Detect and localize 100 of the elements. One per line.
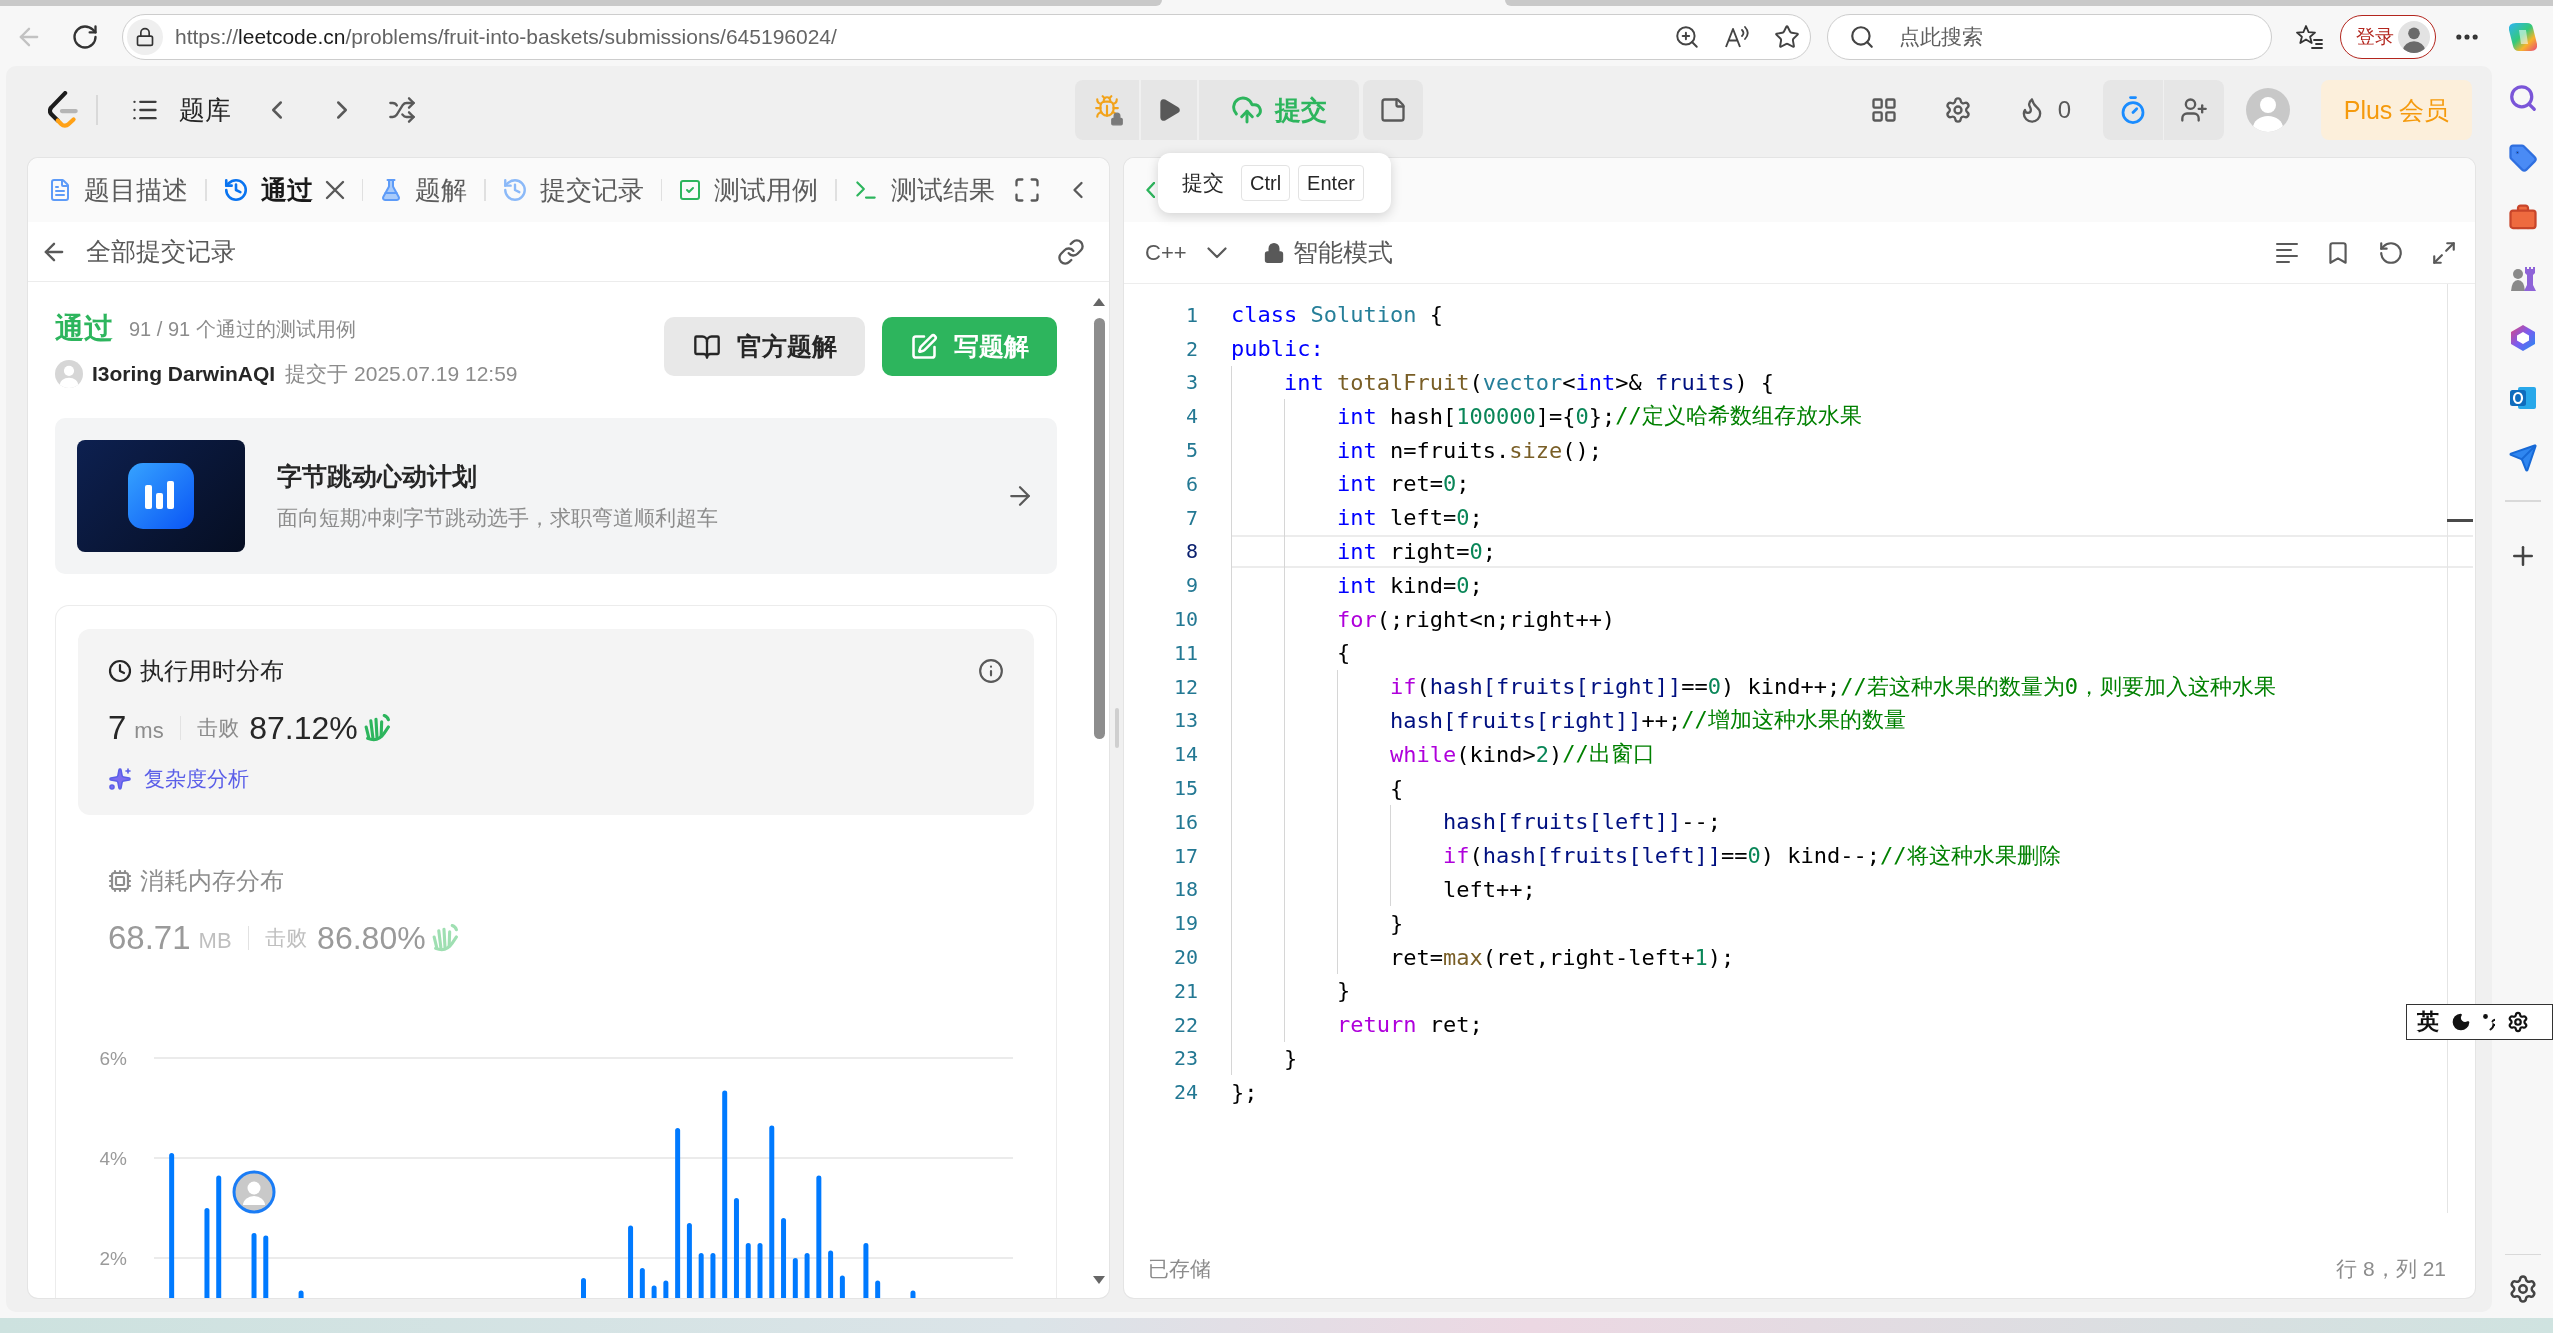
address-field[interactable]: https://leetcode.cn/problems/fruit-into-baskets/submissions/645196024/ — [122, 14, 1811, 60]
add-friend-button[interactable] — [2164, 80, 2224, 140]
smart-mode-button[interactable]: 智能模式 — [1262, 236, 1393, 269]
tab[interactable]: 通过 — [206, 158, 362, 222]
refresh-icon[interactable] — [71, 23, 99, 51]
line-number: 12 — [1172, 674, 1198, 699]
cursor-position: 行 8，列 21 — [2336, 1256, 2446, 1282]
complexity-analysis-link[interactable]: 复杂度分析 — [144, 765, 249, 793]
language-selector[interactable]: C++ — [1145, 239, 1227, 266]
chart-bar — [910, 1290, 916, 1298]
code-line: int left=0; — [1231, 500, 1483, 535]
close-icon[interactable] — [324, 180, 345, 200]
code-line: int ret=0; — [1231, 467, 1470, 501]
note-icon — [1379, 96, 1407, 124]
tooltip-label: 提交 — [1182, 170, 1224, 196]
code-line: public: — [1231, 335, 1324, 364]
read-aloud-icon[interactable] — [1724, 24, 1750, 50]
tab[interactable]: 测试结果 — [836, 158, 1012, 222]
layout-icon[interactable] — [1869, 96, 1898, 124]
line-number: 5 — [1184, 438, 1198, 463]
resize-handle[interactable] — [1114, 708, 1119, 748]
line-number: 9 — [1184, 573, 1198, 598]
promo-banner[interactable]: 字节跳动心动计划 面向短期冲刺字节跳动选手，求职弯道顺利超车 — [55, 418, 1057, 574]
line-number: 13 — [1172, 708, 1198, 733]
history-icon — [501, 177, 528, 203]
chart-bar — [639, 1268, 645, 1298]
tab[interactable]: 题目描述 — [32, 158, 205, 222]
lock-icon[interactable] — [127, 19, 163, 55]
tab[interactable]: 测试用例 — [662, 158, 835, 222]
save-status: 已存储 — [1148, 1256, 1211, 1282]
clapping-hands-icon — [431, 924, 458, 952]
chart-bar — [804, 1253, 810, 1298]
line-number: 7 — [1184, 505, 1198, 530]
zoom-icon[interactable] — [1674, 24, 1700, 50]
link-icon[interactable] — [1057, 237, 1085, 266]
search-field[interactable]: 点此搜索 — [1827, 14, 2272, 60]
tab[interactable]: 提交记录 — [485, 158, 661, 222]
line-number: 3 — [1184, 370, 1198, 395]
submit-time: 提交于 2025.07.19 12:59 — [285, 361, 518, 387]
chip-icon — [108, 869, 132, 893]
code-line: int hash[100000]={0};//定义哈希数组存放水果 — [1231, 399, 1862, 434]
favorite-star-icon[interactable] — [1774, 24, 1800, 50]
problem-bank-button[interactable]: 题库 — [131, 92, 231, 128]
debug-button[interactable] — [1075, 80, 1139, 140]
moon-icon[interactable] — [2451, 1012, 2471, 1032]
send-icon[interactable] — [2507, 443, 2538, 473]
ime-mode-label[interactable]: 英 — [2417, 1007, 2439, 1037]
tab[interactable]: 题解 — [363, 158, 484, 222]
info-icon[interactable] — [978, 658, 1004, 684]
clapping-hands-icon — [363, 714, 390, 742]
code-line: return ret; — [1231, 1007, 1483, 1042]
settings-icon[interactable] — [1943, 96, 1972, 124]
login-button[interactable]: 登录 — [2340, 15, 2436, 59]
flask-icon — [379, 178, 403, 202]
scroll-up-icon[interactable] — [1093, 298, 1105, 306]
expand-icon[interactable] — [2431, 239, 2457, 266]
line-number: 10 — [1172, 607, 1198, 632]
official-solution-button[interactable]: 官方题解 — [664, 317, 865, 376]
axis-label: 6% — [99, 1048, 127, 1069]
code-line: class Solution { — [1231, 301, 1443, 330]
line-number: 2 — [1184, 336, 1198, 361]
chart-bar — [663, 1280, 669, 1298]
favorites-icon[interactable] — [2295, 24, 2323, 50]
note-button[interactable] — [1363, 80, 1423, 140]
line-number: 16 — [1172, 809, 1198, 834]
code-line: for(;right<n;right++) — [1231, 602, 1616, 636]
fullscreen-icon[interactable] — [1013, 176, 1041, 204]
scrollbar-thumb[interactable] — [1094, 318, 1105, 739]
chevron-left-icon[interactable] — [1146, 182, 1155, 198]
all-submissions-link[interactable]: 全部提交记录 — [40, 235, 236, 268]
assistant-logo-icon[interactable] — [2507, 21, 2539, 53]
result-status: 通过 — [55, 311, 113, 346]
search-icon[interactable] — [2507, 83, 2538, 113]
chart-bar — [745, 1243, 751, 1298]
code-line: hash[fruits[left]]--; — [1231, 804, 1722, 839]
reset-icon[interactable] — [2378, 239, 2404, 266]
settings-icon[interactable] — [2507, 1011, 2529, 1033]
metric-card[interactable]: 执行用时分布 7 ms 击败 87.12% 复杂度分析 — [78, 629, 1034, 815]
punctuation-icon[interactable] — [2483, 1013, 2495, 1031]
metric-unit: ms — [134, 718, 164, 744]
line-number: 4 — [1184, 404, 1198, 429]
format-icon[interactable] — [2276, 242, 2298, 263]
beat-percentage: 87.12% — [249, 709, 358, 747]
checkbox-icon — [678, 178, 702, 202]
logo-icon[interactable] — [48, 91, 78, 129]
code-line: while(kind>2)//出窗口 — [1231, 737, 1655, 772]
key-cap: Enter — [1298, 165, 1364, 201]
shuffle-icon[interactable] — [388, 96, 416, 124]
sparkle-icon — [108, 767, 132, 791]
cursor-marker — [2447, 518, 2473, 522]
timer-button[interactable] — [2103, 80, 2163, 140]
ime-toolbar[interactable]: 英 — [2406, 1004, 2553, 1040]
run-button[interactable] — [1141, 80, 1197, 140]
beat-percentage: 86.80% — [317, 919, 426, 957]
code-line: } — [1231, 973, 1351, 1008]
tag-icon[interactable] — [2507, 143, 2538, 173]
scroll-down-icon[interactable] — [1093, 1276, 1105, 1284]
settings-icon[interactable] — [2507, 1274, 2538, 1304]
user-name[interactable]: I3oring DarwinAQI — [92, 362, 276, 386]
chart-bar — [863, 1243, 869, 1298]
